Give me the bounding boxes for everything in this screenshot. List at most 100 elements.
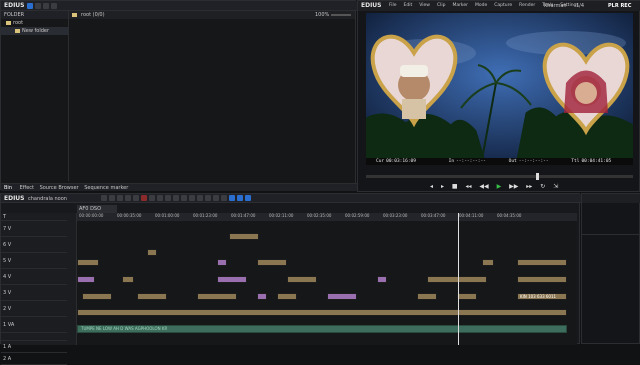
- tool-cut-icon[interactable]: [117, 195, 123, 201]
- folder-new-folder[interactable]: New folder: [1, 27, 68, 35]
- track-header[interactable]: 5 V: [1, 253, 67, 269]
- timecode-overlay: Cur 00:03:16:09 In --:--:--:-- Out --:--:--…: [366, 158, 633, 165]
- tracks-area[interactable]: KIN 103 633 6011 TUMPE NE LOW AH D WAS A…: [77, 213, 577, 345]
- rewind-icon[interactable]: ◀◀: [479, 183, 488, 190]
- timeline-clip[interactable]: [257, 259, 287, 266]
- info-panel-header: [582, 194, 640, 203]
- plr-rec-toggle[interactable]: PLR REC: [608, 1, 631, 11]
- tool-mode-icon[interactable]: [229, 195, 235, 201]
- track-header[interactable]: 1 A: [1, 341, 67, 353]
- project-name[interactable]: Kharman: [544, 1, 567, 11]
- tool-undo-icon[interactable]: [149, 195, 155, 201]
- loop-icon[interactable]: ↻: [540, 183, 545, 190]
- tool-paste-icon[interactable]: [133, 195, 139, 201]
- bin-zoom-slider[interactable]: [331, 14, 351, 16]
- tool-save-icon[interactable]: [109, 195, 115, 201]
- tool-copy-icon[interactable]: [125, 195, 131, 201]
- timeline-clip[interactable]: [517, 276, 567, 283]
- track-header[interactable]: 2 A: [1, 353, 67, 365]
- tab-source-browser[interactable]: Source Browser: [40, 185, 79, 191]
- tool-marker-icon[interactable]: [197, 195, 203, 201]
- sequence-name[interactable]: chandrala noon: [28, 196, 67, 202]
- bin-up-icon[interactable]: [51, 3, 57, 9]
- track-header[interactable]: 2 V: [1, 301, 67, 317]
- track-header[interactable]: 4 V: [1, 269, 67, 285]
- sequence-tab[interactable]: AF0 DSO: [77, 205, 117, 213]
- fast-forward-icon[interactable]: ▶▶: [509, 183, 518, 190]
- timeline-clip[interactable]: [82, 293, 112, 300]
- bin-search-icon[interactable]: [43, 3, 49, 9]
- audio-clip[interactable]: TUMPE NE LOW AH D WAS AGPHOOLON KR: [77, 325, 567, 333]
- timeline-clip[interactable]: [77, 259, 99, 266]
- timeline-clip[interactable]: [137, 293, 167, 300]
- tab-sequence-marker[interactable]: Sequence marker: [84, 185, 128, 191]
- tab-bin[interactable]: Bin: [4, 185, 12, 191]
- timeline-clip[interactable]: [287, 276, 317, 283]
- tool-split-icon[interactable]: [165, 195, 171, 201]
- menu-file[interactable]: File: [389, 3, 397, 8]
- timeline-clip[interactable]: [217, 259, 227, 266]
- timeline-ruler[interactable]: 00:00:00:00 00:00:35:00 00:01:00:00 00:01:2…: [77, 213, 577, 221]
- tool-view-icon[interactable]: [237, 195, 243, 201]
- track-header[interactable]: [1, 333, 67, 341]
- page-indicator[interactable]: 1/4: [576, 1, 584, 11]
- menu-render[interactable]: Render: [519, 3, 535, 8]
- timeline-clip[interactable]: [482, 259, 494, 266]
- timeline-clip[interactable]: [517, 259, 567, 266]
- tool-snap-icon[interactable]: [213, 195, 219, 201]
- timeline-clip[interactable]: [377, 276, 387, 283]
- folder-root[interactable]: root: [1, 19, 68, 27]
- bin-view-icon[interactable]: [27, 3, 33, 9]
- timeline-clip[interactable]: [147, 249, 157, 256]
- timeline-clip[interactable]: [77, 309, 567, 316]
- next-frame-icon[interactable]: ▸▸: [526, 183, 532, 190]
- insert-icon[interactable]: ⇲: [553, 183, 558, 190]
- tool-sync-icon[interactable]: [181, 195, 187, 201]
- tool-layout-icon[interactable]: [245, 195, 251, 201]
- timeline-playhead[interactable]: [458, 213, 459, 345]
- bin-path-bar: root (0/0) 100%: [69, 11, 355, 19]
- menu-view[interactable]: View: [419, 3, 430, 8]
- track-header[interactable]: 3 V: [1, 285, 67, 301]
- bin-tabs: Bin Effect Source Browser Sequence marke…: [1, 183, 357, 191]
- timeline-clip[interactable]: [457, 293, 477, 300]
- menu-marker[interactable]: Marker: [452, 3, 468, 8]
- timeline-clip[interactable]: [327, 293, 357, 300]
- info-panel-divider: [582, 234, 640, 235]
- tool-render-icon[interactable]: [205, 195, 211, 201]
- stop-icon[interactable]: ■: [452, 183, 458, 190]
- menu-edit[interactable]: Edit: [404, 3, 413, 8]
- prev-frame-icon[interactable]: ◂◂: [465, 183, 471, 190]
- tool-redo-icon[interactable]: [157, 195, 163, 201]
- timeline-clip[interactable]: [257, 293, 267, 300]
- set-out-icon[interactable]: ▸: [441, 183, 444, 190]
- tool-open-icon[interactable]: [101, 195, 107, 201]
- tool-delete-icon[interactable]: [141, 195, 147, 201]
- tool-trim-icon[interactable]: [189, 195, 195, 201]
- timeline-clip[interactable]: [197, 293, 237, 300]
- bin-window: EDIUS FOLDER root New folder root (0/0) …: [0, 0, 357, 191]
- timeline-clip[interactable]: [122, 276, 134, 283]
- tool-ripple-icon[interactable]: [173, 195, 179, 201]
- set-in-icon[interactable]: ◂: [430, 183, 433, 190]
- track-header[interactable]: 1 VA: [1, 317, 67, 333]
- timeline-clip[interactable]: [77, 276, 95, 283]
- menu-clip[interactable]: Clip: [437, 3, 446, 8]
- player-scrubber[interactable]: [366, 173, 633, 180]
- menu-capture[interactable]: Capture: [494, 3, 512, 8]
- menu-mode[interactable]: Mode: [475, 3, 487, 8]
- timeline-clip[interactable]: [217, 276, 247, 283]
- timeline-clip[interactable]: [277, 293, 297, 300]
- timeline-clip[interactable]: [427, 276, 487, 283]
- tab-effect[interactable]: Effect: [20, 185, 34, 191]
- tool-capture-icon[interactable]: [221, 195, 227, 201]
- timeline-clip[interactable]: [417, 293, 437, 300]
- track-header[interactable]: 7 V: [1, 221, 67, 237]
- bin-folder-icon[interactable]: [35, 3, 41, 9]
- track-header[interactable]: T: [1, 213, 67, 221]
- in-label: In: [448, 159, 455, 164]
- timeline-clip[interactable]: [229, 233, 259, 240]
- track-header[interactable]: 6 V: [1, 237, 67, 253]
- play-icon[interactable]: ▶: [497, 183, 502, 190]
- playhead-marker[interactable]: [536, 173, 539, 180]
